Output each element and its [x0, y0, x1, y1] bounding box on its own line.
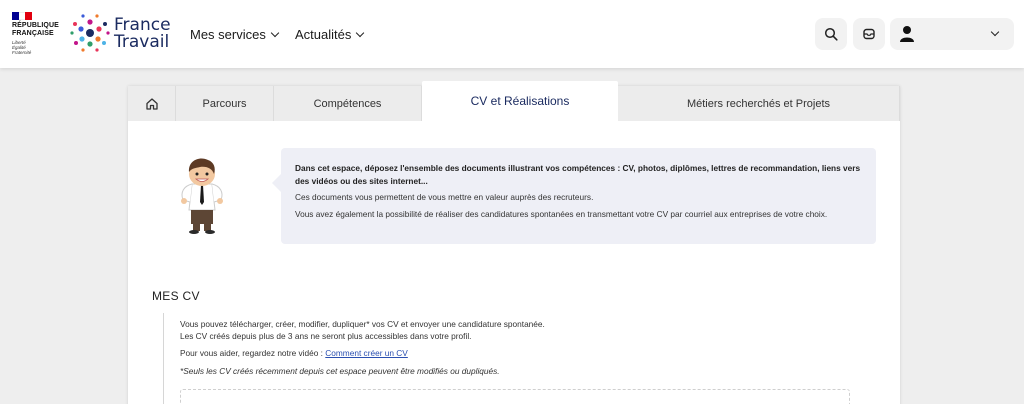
search-button[interactable]: [815, 18, 847, 50]
home-icon: [145, 97, 158, 110]
chevron-down-icon: [270, 28, 280, 38]
section-title-mes-cv: MES CV: [152, 289, 200, 303]
messages-button[interactable]: [853, 18, 885, 50]
mail-icon: [863, 28, 875, 40]
site-header: RÉPUBLIQUE FRANÇAISE Liberté Égalité Fra…: [0, 0, 1024, 68]
cv-upload-dropzone[interactable]: [180, 389, 850, 404]
info-lead: Dans cet espace, déposez l'ensemble des …: [295, 163, 861, 186]
chevron-down-icon: [990, 27, 1000, 37]
user-menu-button[interactable]: [890, 18, 1014, 50]
tab-metiers-projets[interactable]: Métiers recherchés et Projets: [618, 86, 900, 121]
profile-tabs: Parcours Compétences CV et Réalisations …: [128, 81, 900, 121]
info-paragraph-3: Vous avez également la possibilité de ré…: [295, 209, 828, 219]
info-callout: Dans cet espace, déposez l'ensemble des …: [272, 148, 876, 244]
chevron-down-icon: [356, 28, 365, 38]
republic-line-2: FRANÇAISE: [12, 30, 54, 37]
nav-actualites[interactable]: Actualités: [295, 27, 365, 42]
french-flag-icon: [12, 12, 33, 20]
cv-line-2: Les CV créés depuis plus de 3 ans ne ser…: [180, 331, 472, 341]
cv-help-line: Pour vous aider, regardez notre vidéo : …: [180, 348, 408, 358]
nav-mes-services[interactable]: Mes services: [190, 27, 280, 42]
republique-francaise-logo[interactable]: RÉPUBLIQUE FRANÇAISE Liberté Égalité Fra…: [12, 12, 62, 55]
republic-line-1: RÉPUBLIQUE: [12, 22, 59, 29]
cv-footnote: *Seuls les CV créés récemment depuis cet…: [180, 366, 500, 376]
tab-parcours[interactable]: Parcours: [176, 86, 274, 121]
app-name: France Travail: [114, 15, 171, 52]
advisor-illustration: [181, 158, 223, 234]
cv-line-1: Vous pouvez télécharger, créer, modifier…: [180, 319, 545, 329]
motto: Liberté Égalité Fraternité: [12, 40, 32, 55]
tab-competences[interactable]: Compétences: [274, 86, 422, 121]
tab-home[interactable]: [128, 86, 176, 121]
tab-cv-realisations[interactable]: CV et Réalisations: [422, 81, 618, 121]
search-icon: [824, 27, 838, 41]
user-icon: [900, 26, 914, 42]
video-link-comment-creer-cv[interactable]: Comment créer un CV: [325, 348, 408, 358]
france-travail-logo-icon[interactable]: [70, 12, 110, 54]
info-paragraph-2: Ces documents vous permettent de vous me…: [295, 192, 594, 202]
